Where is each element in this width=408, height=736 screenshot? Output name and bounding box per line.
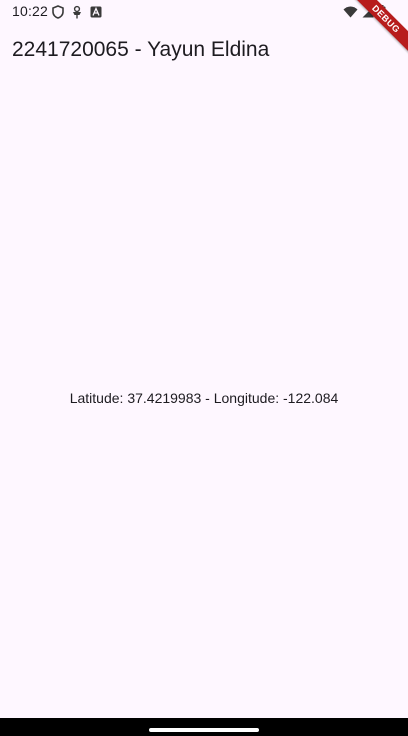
- usb-debug-icon: [71, 5, 83, 19]
- system-nav-bar: [0, 718, 408, 736]
- status-bar: 10:22: [0, 0, 408, 24]
- app-notification-icon: [90, 6, 102, 18]
- shield-icon: [52, 5, 64, 19]
- status-time: 10:22: [12, 3, 49, 19]
- app-bar: 2241720065 - Yayun Eldina: [0, 24, 408, 80]
- debug-label: DEBUG: [349, 0, 408, 56]
- home-gesture-handle[interactable]: [149, 728, 259, 732]
- page-title: 2241720065 - Yayun Eldina: [12, 38, 270, 61]
- location-text: Latitude: 37.4219983 - Longitude: -122.0…: [69, 390, 339, 406]
- status-left-icons: [52, 4, 102, 20]
- debug-banner: DEBUG: [348, 0, 408, 60]
